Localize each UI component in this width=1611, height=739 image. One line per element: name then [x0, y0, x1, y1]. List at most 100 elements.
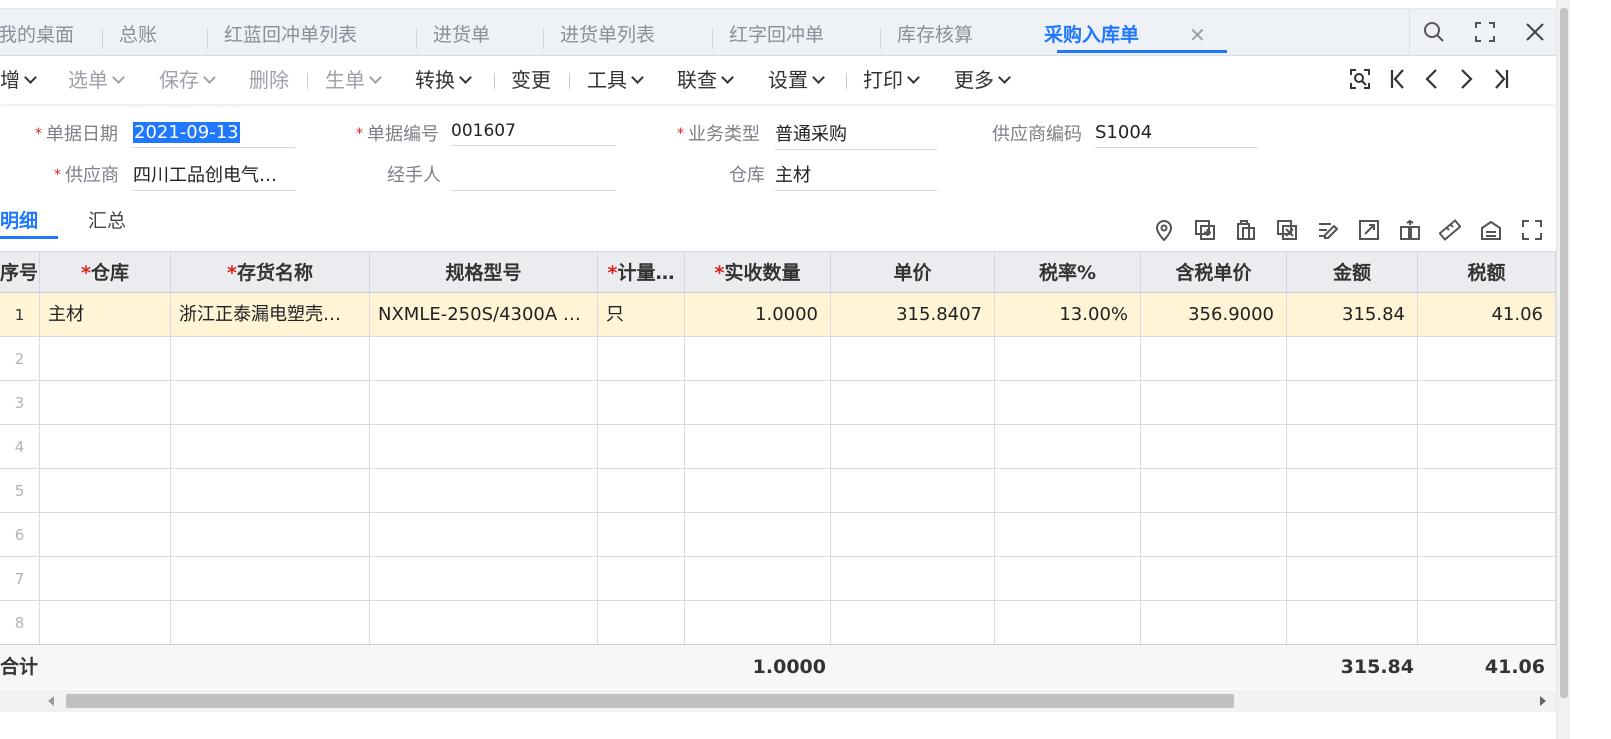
cell-item-name[interactable] [171, 381, 370, 425]
cell-received-qty[interactable] [685, 381, 831, 425]
warehouse-icon[interactable] [1478, 217, 1504, 243]
cell-warehouse[interactable] [40, 557, 171, 601]
cell-unit[interactable] [598, 601, 685, 645]
cell-tax-incl-price[interactable] [1141, 557, 1287, 601]
scroll-left-arrow-icon[interactable] [48, 696, 54, 706]
cell-unit-price[interactable] [831, 337, 995, 381]
cell-amount[interactable] [1287, 469, 1418, 513]
supplier-field[interactable]: 四川工品创电气… [133, 162, 295, 191]
cell-spec[interactable]: NXMLE-250S/4300A … [370, 293, 598, 337]
cell-tax-incl-price[interactable]: 356.9000 [1141, 293, 1287, 337]
next-record-icon[interactable] [1451, 64, 1481, 94]
col-header-item-name[interactable]: *存货名称 [171, 251, 370, 293]
col-header-unit[interactable]: *计量… [598, 251, 685, 293]
tab-summary[interactable]: 汇总 [88, 206, 126, 233]
col-header-tax[interactable]: 税额 [1418, 251, 1556, 293]
cell-spec[interactable] [370, 557, 598, 601]
add-button[interactable]: 增 [0, 56, 37, 104]
cell-spec[interactable] [370, 601, 598, 645]
cell-unit[interactable] [598, 469, 685, 513]
change-button[interactable]: 变更 [511, 56, 551, 104]
cell-tax-incl-price[interactable] [1141, 425, 1287, 469]
cell-tax-incl-price[interactable] [1141, 513, 1287, 557]
cell-unit-price[interactable] [831, 469, 995, 513]
cell-warehouse[interactable] [40, 469, 171, 513]
col-header-tax-rate[interactable]: 税率% [995, 251, 1141, 293]
copy-row-icon[interactable] [1233, 217, 1259, 243]
split-icon[interactable] [1397, 217, 1423, 243]
cell-tax[interactable]: 41.06 [1418, 293, 1556, 337]
cell-tax-rate[interactable] [995, 337, 1141, 381]
cell-unit[interactable] [598, 337, 685, 381]
ruler-icon[interactable] [1437, 217, 1463, 243]
cell-tax[interactable] [1418, 469, 1556, 513]
cell-amount[interactable] [1287, 381, 1418, 425]
cell-received-qty[interactable] [685, 557, 831, 601]
cell-tax-rate[interactable] [995, 469, 1141, 513]
col-header-unit-price[interactable]: 单价 [831, 251, 995, 293]
cell-received-qty[interactable] [685, 469, 831, 513]
last-record-icon[interactable] [1486, 64, 1516, 94]
cell-warehouse[interactable] [40, 337, 171, 381]
tab-ledger[interactable]: 总账 [119, 9, 157, 55]
tab-red-offset[interactable]: 红字回冲单 [729, 9, 824, 55]
cell-item-name[interactable] [171, 425, 370, 469]
col-header-spec[interactable]: 规格型号 [370, 251, 598, 293]
prev-record-icon[interactable] [1417, 64, 1447, 94]
tab-desktop[interactable]: 我的桌面 [0, 9, 74, 55]
cell-tax-incl-price[interactable] [1141, 601, 1287, 645]
tab-inventory-costing[interactable]: 库存核算 [897, 9, 973, 55]
doc-date-field[interactable]: 2021-09-13 [133, 119, 295, 148]
cell-tax-rate[interactable] [995, 381, 1141, 425]
select-doc-button[interactable]: 选单 [68, 56, 125, 104]
tab-purchase-receipt[interactable]: 进货单 [433, 9, 490, 55]
cell-tax-rate[interactable] [995, 425, 1141, 469]
tab-purchase-inbound[interactable]: 采购入库单 [1044, 9, 1139, 55]
cell-item-name[interactable]: 浙江正泰漏电塑壳… [171, 293, 370, 337]
add-row-icon[interactable] [1192, 217, 1218, 243]
cell-tax[interactable] [1418, 337, 1556, 381]
cell-tax[interactable] [1418, 557, 1556, 601]
cell-received-qty[interactable] [685, 601, 831, 645]
cell-unit-price[interactable]: 315.8407 [831, 293, 995, 337]
fullscreen-icon[interactable] [1462, 9, 1508, 55]
tab-detail[interactable]: 明细 [0, 206, 38, 233]
handler-field[interactable] [451, 162, 616, 191]
cell-item-name[interactable] [171, 513, 370, 557]
cell-tax-rate[interactable] [995, 601, 1141, 645]
tab-purchase-list[interactable]: 进货单列表 [560, 9, 655, 55]
cell-amount[interactable] [1287, 557, 1418, 601]
export-icon[interactable] [1356, 217, 1382, 243]
cell-item-name[interactable] [171, 337, 370, 381]
col-header-tax-incl-price[interactable]: 含税单价 [1141, 251, 1287, 293]
cell-unit[interactable]: 只 [598, 293, 685, 337]
vertical-scrollbar[interactable] [1556, 0, 1571, 739]
cell-unit[interactable] [598, 425, 685, 469]
close-tab-icon[interactable]: ✕ [1189, 9, 1206, 61]
cell-unit-price[interactable] [831, 513, 995, 557]
horizontal-scroll-thumb[interactable] [66, 694, 1234, 708]
cell-amount[interactable] [1287, 513, 1418, 557]
cell-item-name[interactable] [171, 601, 370, 645]
cell-tax-rate[interactable]: 13.00% [995, 293, 1141, 337]
cell-warehouse[interactable]: 主材 [40, 293, 171, 337]
cell-tax[interactable] [1418, 425, 1556, 469]
cell-amount[interactable] [1287, 337, 1418, 381]
horizontal-scrollbar[interactable] [0, 690, 1556, 712]
cell-spec[interactable] [370, 381, 598, 425]
col-header-received-qty[interactable]: *实收数量 [685, 251, 831, 293]
cell-amount[interactable]: 315.84 [1287, 293, 1418, 337]
cell-tax-rate[interactable] [995, 513, 1141, 557]
cell-unit[interactable] [598, 557, 685, 601]
batch-edit-icon[interactable] [1315, 217, 1341, 243]
cell-item-name[interactable] [171, 557, 370, 601]
cell-unit-price[interactable] [831, 601, 995, 645]
cell-received-qty[interactable] [685, 513, 831, 557]
cell-received-qty[interactable]: 1.0000 [685, 293, 831, 337]
search-icon[interactable] [1411, 9, 1457, 55]
vertical-scroll-thumb[interactable] [1560, 8, 1568, 698]
cell-unit-price[interactable] [831, 425, 995, 469]
warehouse-field[interactable]: 主材 [775, 162, 937, 191]
cell-warehouse[interactable] [40, 381, 171, 425]
cell-amount[interactable] [1287, 601, 1418, 645]
